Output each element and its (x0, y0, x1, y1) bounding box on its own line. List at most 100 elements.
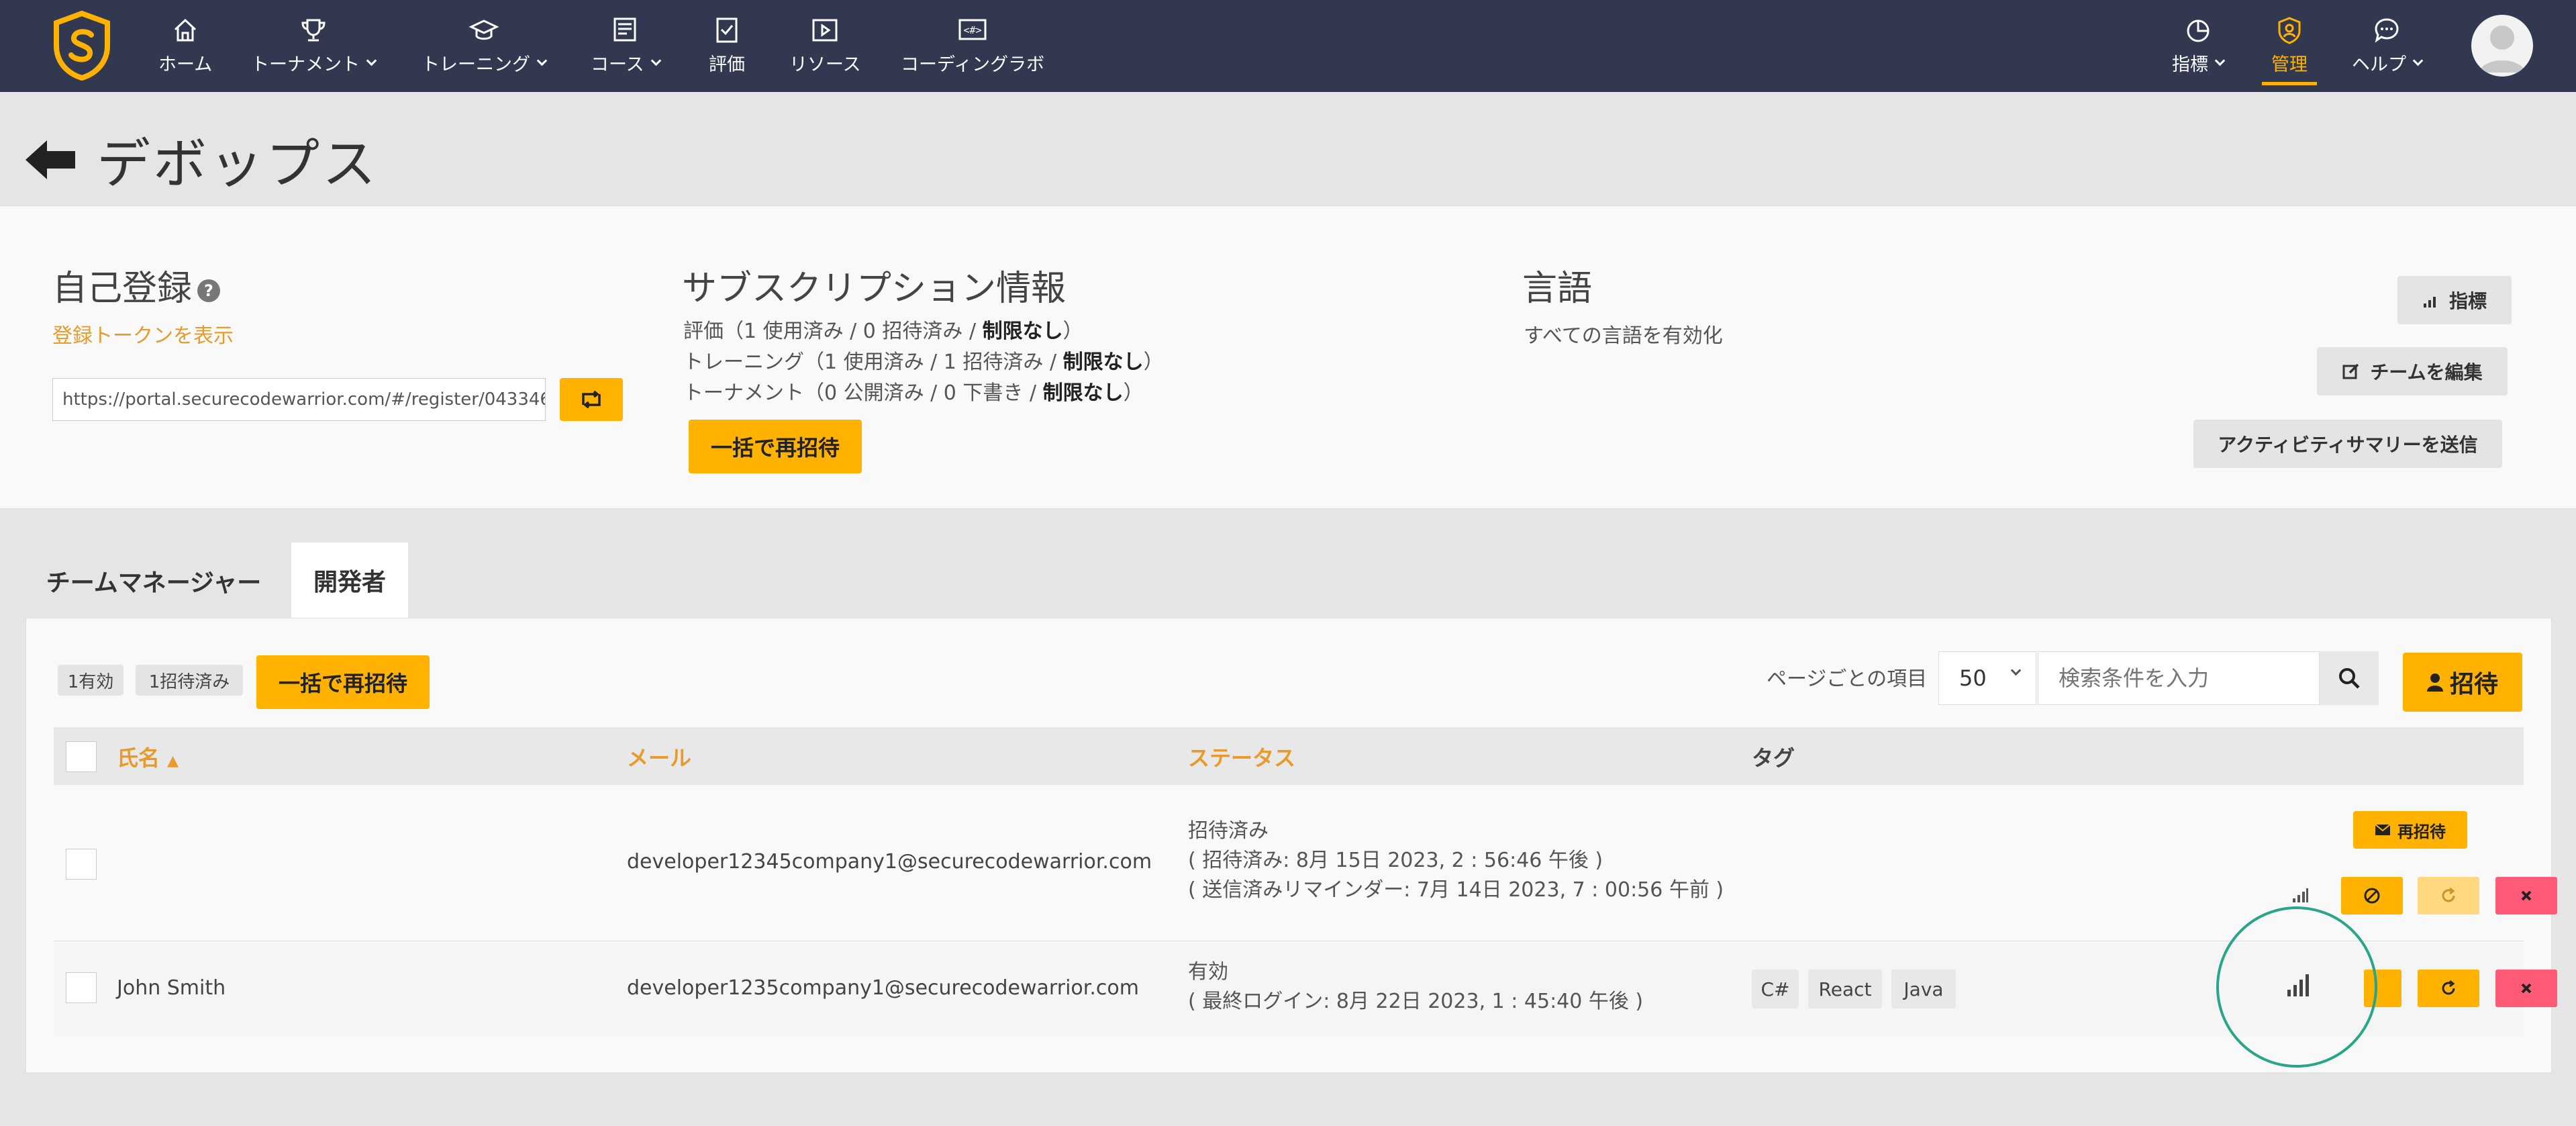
user-avatar[interactable] (2471, 15, 2533, 77)
chevron-down-icon (2412, 55, 2424, 66)
chevron-down-icon (366, 55, 377, 66)
nav-item-assessment[interactable]: 評価 (709, 15, 745, 82)
secure-code-warrior-logo-icon[interactable] (52, 11, 111, 81)
search-button[interactable] (2320, 651, 2379, 705)
nav-item-tournament[interactable]: トーナメント (251, 15, 377, 82)
row-status: 有効 ( 最終ログイン: 8月 22日 2023, 1 : 45:40 午後 ) (1188, 957, 1643, 1017)
nav-item-admin[interactable]: 管理 (2262, 15, 2317, 85)
send-activity-summary-button[interactable]: アクティビティサマリーを送信 (2193, 420, 2502, 468)
deactivate-button[interactable] (2341, 877, 2403, 914)
highlight-circle (2216, 906, 2377, 1068)
invite-button[interactable]: 招待 (2403, 653, 2522, 712)
tag-badge: Java (1891, 970, 1956, 1008)
user-icon (2426, 673, 2443, 692)
select-all-checkbox[interactable] (66, 741, 97, 772)
column-header-tags: タグ (1752, 745, 1795, 771)
trophy-icon (301, 19, 326, 42)
row-status-label: 招待済み (1188, 819, 1269, 843)
user-silhouette-icon (2479, 26, 2525, 73)
page-header: デボップス (23, 121, 379, 199)
reset-button[interactable] (2418, 970, 2479, 1007)
tab-developers[interactable]: 開発者 (291, 543, 408, 618)
refresh-icon (2442, 980, 2455, 995)
nav-item-course[interactable]: コース (591, 15, 661, 82)
tag-badge: React (1808, 970, 1882, 1008)
subscription-heading: サブスクリプション情報 (682, 269, 1067, 309)
nav-item-coding-lab[interactable]: <#> コーディングラボ (901, 15, 1044, 82)
bulk-reinvite-button-top[interactable]: 一括で再招待 (689, 420, 862, 473)
row-status-detail: ( 最終ログイン: 8月 22日 2023, 1 : 45:40 午後 ) (1188, 990, 1644, 1013)
nav-item-label: 管理 (2271, 54, 2308, 75)
bulk-reinvite-button[interactable]: 一括で再招待 (256, 655, 430, 709)
nav-item-label: 指標 (2172, 50, 2226, 76)
row-name: John Smith (117, 976, 226, 1000)
video-icon (812, 19, 838, 42)
assessment-icon (716, 17, 738, 43)
svg-text:<#>: <#> (964, 24, 982, 36)
items-per-page-label: ページごとの項目 (1767, 667, 1928, 691)
column-header-status[interactable]: ステータス (1188, 741, 1295, 772)
chat-icon (2375, 18, 2399, 43)
nav-item-training[interactable]: トレーニング (422, 15, 548, 82)
ban-icon (2364, 888, 2380, 904)
nav-item-resources[interactable]: リソース (789, 15, 861, 82)
nav-item-label: ホーム (158, 54, 213, 75)
nav-item-label: トーナメント (251, 50, 377, 76)
subscription-tournament-line: トーナメント（0 公開済み / 0 下書き / 制限なし） (683, 381, 1144, 405)
nav-item-metrics[interactable]: 指標 (2172, 15, 2226, 82)
chevron-down-icon (2214, 55, 2226, 66)
home-icon (175, 18, 197, 42)
edit-team-button-label: チームを編集 (2370, 361, 2483, 383)
subscription-details: 評価（1 使用済み / 0 招待済み / 制限なし） トレーニング（1 使用済み… (683, 316, 1164, 409)
language-heading: 言語 (1522, 269, 1593, 309)
nav-item-label: トレーニング (422, 50, 548, 76)
page-title: デボップス (97, 133, 379, 195)
edit-team-button[interactable]: チームを編集 (2317, 347, 2508, 395)
chevron-down-icon (2010, 665, 2022, 676)
sort-ascending-icon: ▲ (167, 753, 179, 769)
row-checkbox[interactable] (66, 972, 97, 1003)
reset-button-disabled[interactable] (2418, 877, 2479, 914)
tag-badge: C# (1752, 970, 1799, 1008)
row-checkbox[interactable] (66, 849, 97, 880)
show-token-link[interactable]: 登録トークンを表示 (52, 319, 234, 348)
self-registration-title: 自己登録 (52, 269, 193, 309)
metrics-button[interactable]: 指標 (2397, 276, 2512, 324)
invited-count-badge[interactable]: 1招待済み (136, 665, 243, 696)
reinvite-button[interactable]: 再招待 (2353, 811, 2467, 849)
signal-bars-icon[interactable] (2291, 888, 2309, 902)
help-icon[interactable]: ? (197, 279, 221, 302)
retweet-icon (582, 390, 601, 409)
column-header-name[interactable]: 氏名 ▲ (117, 741, 179, 772)
chevron-down-icon (650, 55, 661, 66)
invite-button-label: 招待 (2449, 671, 2498, 698)
tab-team-managers[interactable]: チームマネージャー (36, 544, 271, 618)
search-icon (2339, 668, 2360, 689)
regenerate-token-button[interactable] (560, 378, 623, 421)
subscription-training-line: トレーニング（1 使用済み / 1 招待済み / 制限なし） (683, 350, 1164, 374)
row-status-detail: ( 招待済み: 8月 15日 2023, 2 : 56:46 午後 ) (1188, 849, 1603, 872)
row-email: developer12345company1@securecodewarrior… (627, 850, 1152, 874)
column-header-email[interactable]: メール (627, 741, 691, 772)
envelope-icon (2375, 824, 2391, 835)
subscription-assessment-line: 評価（1 使用済み / 0 招待済み / 制限なし） (683, 320, 1083, 343)
delete-button[interactable] (2495, 970, 2557, 1007)
items-per-page-select[interactable]: 50 (1938, 651, 2036, 705)
delete-button[interactable] (2495, 877, 2557, 914)
nav-item-label: ヘルプ (2352, 50, 2424, 76)
pie-chart-icon (2187, 19, 2209, 42)
nav-item-label: リソース (789, 54, 861, 75)
graduation-cap-icon (468, 19, 499, 40)
course-icon (613, 17, 636, 42)
nav-item-help[interactable]: ヘルプ (2352, 15, 2424, 82)
row-email: developer1235company1@securecodewarrior.… (627, 976, 1139, 1000)
search-input[interactable] (2038, 651, 2320, 705)
active-count-badge[interactable]: 1有効 (58, 665, 123, 696)
team-info-panel: 自己登録? 登録トークンを表示 https://portal.securecod… (0, 205, 2576, 509)
row-status-label: 有効 (1188, 960, 1228, 984)
admin-icon (2278, 17, 2301, 44)
row-status: 招待済み ( 招待済み: 8月 15日 2023, 2 : 56:46 午後 )… (1188, 816, 1724, 905)
back-arrow-icon[interactable] (23, 136, 78, 183)
nav-item-home[interactable]: ホーム (158, 15, 212, 82)
registration-url-field[interactable]: https://portal.securecodewarrior.com/#/r… (52, 378, 546, 421)
